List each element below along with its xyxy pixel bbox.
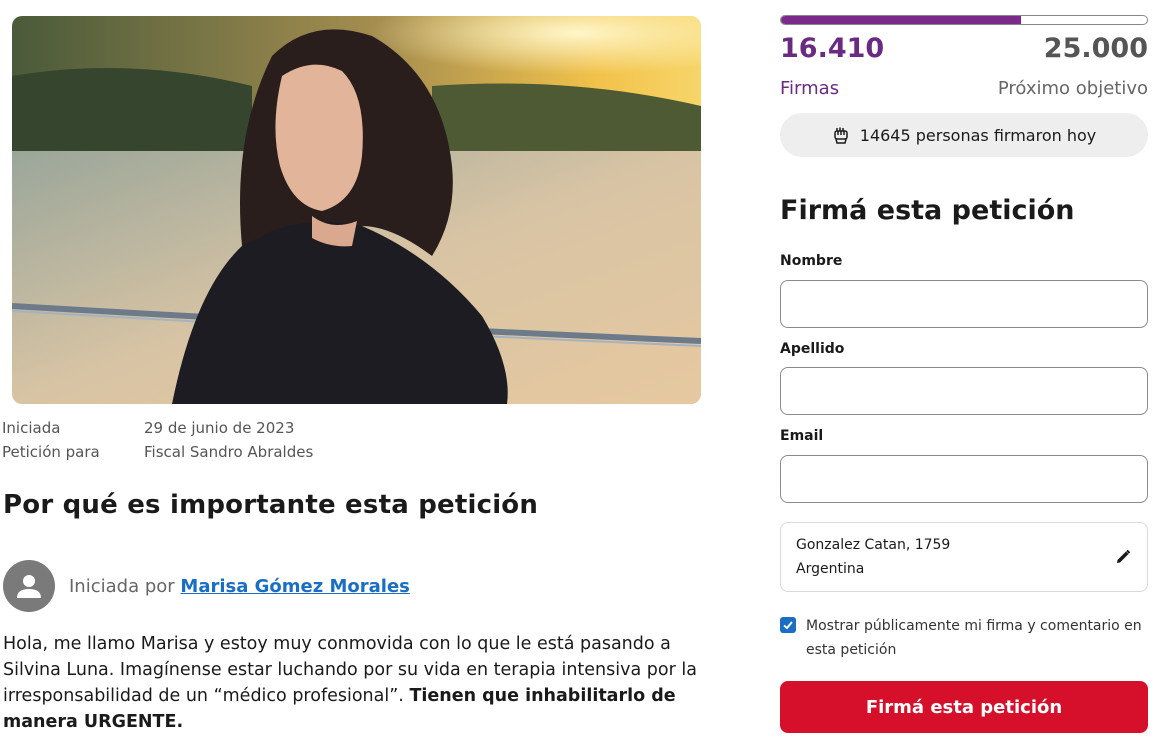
section-title: Por qué es importante esta petición (3, 490, 539, 520)
petition-body: Hola, me llamo Marisa y estoy muy conmov… (3, 631, 723, 735)
raised-fist-icon (832, 126, 850, 144)
started-date: 29 de junio de 2023 (144, 419, 295, 437)
location-box: Gonzalez Catan, 1759 Argentina (780, 522, 1148, 592)
signature-goal: 25.000 (1043, 33, 1148, 64)
public-signature-checkbox[interactable] (780, 617, 796, 633)
petition-meta: Iniciada 29 de junio de 2023 Petición pa… (2, 416, 313, 464)
first-name-label: Nombre (780, 253, 843, 269)
target-name: Fiscal Sandro Abraldes (144, 443, 314, 461)
petition-starter: Iniciada por Marisa Gómez Morales (3, 560, 410, 612)
last-name-label: Apellido (780, 341, 845, 357)
email-label: Email (780, 428, 824, 444)
petition-photo (12, 16, 701, 404)
pencil-icon[interactable] (1115, 549, 1131, 569)
signature-progress-fill (781, 16, 1022, 24)
starter-name-link[interactable]: Marisa Gómez Morales (180, 576, 409, 597)
person-icon (3, 560, 55, 612)
check-icon (783, 621, 793, 630)
public-signature-label: Mostrar públicamente mi firma y comentar… (806, 618, 1142, 658)
location-country: Argentina (796, 561, 865, 577)
signature-goal-label: Próximo objetivo (997, 78, 1148, 99)
signature-count: 16.410 (780, 33, 885, 64)
signature-count-label: Firmas (780, 78, 840, 99)
first-name-field[interactable] (780, 280, 1148, 328)
target-label: Petición para (2, 443, 100, 461)
signed-today-text: 14645 personas firmaron hoy (859, 125, 1097, 145)
started-label: Iniciada (2, 419, 61, 437)
last-name-field[interactable] (780, 367, 1148, 415)
started-by-prefix: Iniciada por (69, 575, 175, 597)
signature-progress-bar (780, 15, 1148, 25)
public-signature-option: Mostrar públicamente mi firma y comentar… (780, 614, 1148, 662)
started-by: Iniciada por Marisa Gómez Morales (69, 576, 410, 597)
location-city: Gonzalez Catan, 1759 (796, 537, 951, 553)
sign-petition-button[interactable]: Firmá esta petición (780, 681, 1148, 733)
form-title: Firmá esta petición (780, 195, 1075, 226)
signed-today-badge: 14645 personas firmaron hoy (780, 113, 1148, 157)
email-field[interactable] (780, 455, 1148, 503)
